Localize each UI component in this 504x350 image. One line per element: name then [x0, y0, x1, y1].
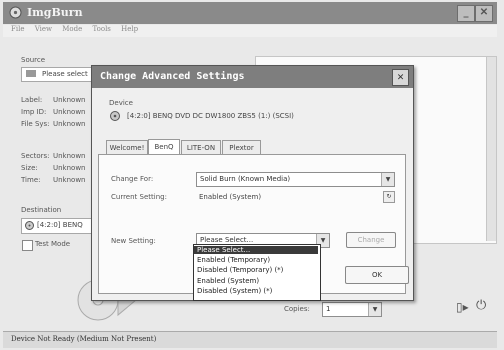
size-key: Size: [21, 164, 38, 172]
test-mode-checkbox[interactable] [22, 240, 33, 251]
time-key: Time: [21, 176, 41, 184]
current-setting-label: Current Setting: [111, 193, 167, 201]
destination-label: Destination [21, 206, 62, 214]
change-for-value: Solid Burn (Known Media) [200, 175, 291, 183]
imp-id-key: Imp ID: [21, 108, 47, 116]
ok-button[interactable]: OK [345, 266, 409, 284]
dvd-drive-icon [110, 111, 120, 121]
chevron-down-icon: ▼ [381, 173, 394, 186]
copies-label: Copies: [284, 305, 310, 313]
status-bar: Device Not Ready (Medium Not Present) [3, 331, 497, 348]
app-logo-icon [9, 6, 22, 19]
new-setting-label: New Setting: [111, 237, 156, 245]
source-select-value: Please select [42, 70, 88, 78]
label-key: Label: [21, 96, 43, 104]
change-for-label: Change For: [111, 175, 154, 183]
chevron-down-icon: ▼ [368, 303, 381, 316]
close-window-button[interactable]: ✕ [475, 5, 493, 22]
option-enabled-temporary[interactable]: Enabled (Temporary) [197, 256, 270, 264]
tab-lite-on[interactable]: LITE-ON [181, 140, 221, 155]
copies-select[interactable]: 1 ▼ [322, 302, 382, 317]
drive-icon [26, 70, 36, 77]
test-mode-label: Test Mode [35, 240, 71, 248]
menu-help[interactable]: Help [121, 25, 138, 33]
disc-icon [25, 221, 34, 230]
destination-value: [4:2:0] BENQ [37, 221, 83, 229]
new-setting-dropdown-list: Please Select... Enabled (Temporary) Dis… [193, 244, 321, 301]
menu-mode[interactable]: Mode [62, 25, 82, 33]
minimize-button[interactable]: _ [457, 5, 475, 22]
option-enabled-system[interactable]: Enabled (System) [197, 277, 259, 285]
device-label: Device [109, 99, 133, 107]
device-value: [4:2:0] BENQ DVD DC DW1800 ZBS5 (1:) (SC… [127, 112, 294, 120]
file-sys-value: Unknown [53, 120, 86, 128]
refresh-icon[interactable]: ↻ [383, 191, 395, 203]
sectors-value: Unknown [53, 152, 86, 160]
tab-welcome[interactable]: Welcome! [106, 140, 148, 155]
menu-file[interactable]: File [11, 25, 24, 33]
change-for-select[interactable]: Solid Burn (Known Media) ▼ [196, 172, 395, 187]
main-title-bar: ImgBurn _ ✕ [3, 2, 497, 24]
app-window: ImgBurn _ ✕ File View Mode Tools Help So… [0, 0, 504, 350]
status-text: Device Not Ready (Medium Not Present) [11, 335, 157, 343]
menu-view[interactable]: View [35, 25, 52, 33]
option-please-select[interactable]: Please Select... [194, 246, 318, 254]
dialog-title-bar: Change Advanced Settings ✕ [92, 66, 413, 88]
menu-bar: File View Mode Tools Help [3, 25, 497, 37]
imp-id-value: Unknown [53, 108, 86, 116]
current-setting-value: Enabled (System) [199, 193, 262, 201]
time-value: Unknown [53, 176, 86, 184]
file-sys-key: File Sys: [21, 120, 50, 128]
power-icon[interactable]: ⏻ [476, 298, 486, 313]
log-scrollbar[interactable] [486, 57, 496, 241]
tab-benq[interactable]: BenQ [148, 139, 180, 155]
tab-plextor[interactable]: Plextor [222, 140, 261, 155]
option-disabled-system[interactable]: Disabled (System) (*) [197, 287, 272, 295]
option-disabled-temporary[interactable]: Disabled (Temporary) (*) [197, 266, 283, 274]
dialog-title: Change Advanced Settings [100, 71, 245, 82]
size-value: Unknown [53, 164, 86, 172]
window-title: ImgBurn [27, 6, 83, 19]
label-value: Unknown [53, 96, 86, 104]
copies-value: 1 [326, 305, 331, 313]
new-setting-value: Please Select... [200, 236, 254, 244]
sectors-key: Sectors: [21, 152, 50, 160]
change-button[interactable]: Change [346, 232, 396, 248]
menu-tools[interactable]: Tools [93, 25, 111, 33]
device-refresh-icon[interactable]: ▯▸ [456, 300, 469, 314]
source-label: Source [21, 56, 46, 64]
close-icon[interactable]: ✕ [392, 69, 409, 86]
